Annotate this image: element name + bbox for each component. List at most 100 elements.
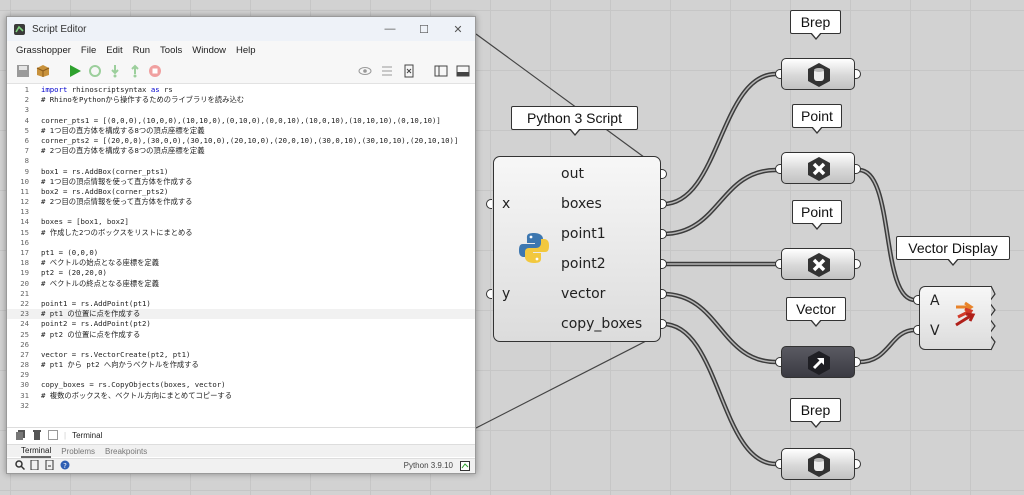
code-line[interactable]: 26 [7,340,475,350]
code-line[interactable]: 9 box1 = rs.AddBox(corner_pts1) [7,167,475,177]
line-text: # ベクトルの終点となる座標を定義 [41,278,160,288]
brep-param-bottom[interactable] [781,448,855,480]
line-text: # ベクトルの始点となる座標を定義 [41,258,160,268]
code-line[interactable]: 28 # pt1 から pt2 へ向かうベクトルを作成する [7,360,475,370]
brep-top-label: Brep [790,10,841,40]
code-line[interactable]: 25 # pt2 の位置に点を作成する [7,330,475,340]
line-text: # pt1 の位置に点を作成する [41,309,141,319]
stop-icon[interactable] [147,63,163,79]
brep-top-input-grip[interactable] [775,69,781,79]
input-x-grip[interactable] [486,199,492,209]
code-line[interactable]: 18 # ベクトルの始点となる座標を定義 [7,258,475,268]
editor-titlebar[interactable]: Script Editor — ☐ ✕ [7,17,475,41]
restart-icon[interactable] [87,63,103,79]
step-out-icon[interactable] [127,63,143,79]
code-line[interactable]: 19 pt2 = (20,20,0) [7,268,475,278]
line-number: 15 [20,227,29,237]
clear-terminal-icon[interactable] [48,429,58,442]
code-line[interactable]: 16 [7,238,475,248]
brep-bottom-input-grip[interactable] [775,459,781,469]
code-line[interactable]: 5 # 1つ目の直方体を構成する8つの頂点座標を定義 [7,126,475,136]
code-editor[interactable]: 1 import rhinoscriptsyntax as rs 2 # Rhinoを… [7,85,475,426]
menu-edit[interactable]: Edit [106,45,122,56]
file-export-icon[interactable] [45,459,55,472]
brep-icon [808,453,830,477]
code-line[interactable]: 31 # 複数のボックスを、ベクトル方向にまとめてコピーする [7,391,475,401]
point-1-input-grip[interactable] [775,164,781,174]
copy-icon[interactable] [16,429,26,442]
search-icon[interactable] [15,460,26,472]
python-logo-icon [519,233,549,263]
vector-input-grip[interactable] [775,357,781,367]
code-line[interactable]: 3 [7,105,475,115]
code-line[interactable]: 10 # 1つ目の頂点情報を使って直方体を作成する [7,177,475,187]
python-3-script-component[interactable] [493,156,661,342]
menu-window[interactable]: Window [192,45,226,56]
line-number: 23 [20,309,29,319]
compare-icon[interactable] [379,63,395,79]
code-line[interactable]: 23 # pt1 の位置に点を作成する [7,309,475,320]
menu-help[interactable]: Help [236,45,256,56]
close-button[interactable]: ✕ [441,17,475,41]
vector-display-component[interactable]: A V [919,286,991,350]
step-into-icon[interactable] [107,63,123,79]
run-icon[interactable] [67,63,83,79]
input-a-grip[interactable] [913,295,919,305]
vector-display-icon [955,301,976,327]
maximize-button[interactable]: ☐ [407,17,441,41]
code-line[interactable]: 6 corner_pts2 = [(20,0,0),(30,0,0),(30,10… [7,136,475,146]
line-number: 18 [20,258,29,268]
point-param-2[interactable] [781,248,855,280]
tab-problems[interactable]: Problems [61,447,95,456]
code-line[interactable]: 4 corner_pts1 = [(0,0,0),(10,0,0),(10,10,… [7,116,475,126]
menu-tools[interactable]: Tools [160,45,182,56]
brep-param-top[interactable] [781,58,855,90]
python-component-label: Python 3 Script [511,106,638,136]
split-vertical-icon[interactable] [433,63,449,79]
code-line[interactable]: 27 vector = rs.VectorCreate(pt2, pt1) [7,350,475,360]
code-line[interactable]: 20 # ベクトルの終点となる座標を定義 [7,279,475,289]
code-line[interactable]: 14 boxes = [box1, box2] [7,217,475,227]
document-icon[interactable] [401,63,417,79]
minimize-button[interactable]: — [373,17,407,41]
line-number: 1 [24,85,29,94]
code-line[interactable]: 24 point2 = rs.AddPoint(pt2) [7,319,475,329]
point-param-1[interactable] [781,152,855,184]
menu-file[interactable]: File [81,45,96,56]
code-line[interactable]: 21 [7,289,475,299]
grasshopper-app-icon [14,23,25,35]
code-line[interactable]: 29 [7,370,475,380]
input-y-grip[interactable] [486,289,492,299]
python-version[interactable]: Python 3.9.10 [404,461,453,470]
eye-icon[interactable] [357,63,373,79]
tab-breakpoints[interactable]: Breakpoints [105,447,147,456]
code-line[interactable]: 17 pt1 = (0,0,0) [7,248,475,258]
code-line[interactable]: 15 # 作成した2つのボックスをリストにまとめる [7,228,475,238]
menu-grasshopper[interactable]: Grasshopper [16,45,71,56]
point-2-input-grip[interactable] [775,259,781,269]
menu-run[interactable]: Run [133,45,150,56]
help-icon[interactable]: ? [60,460,70,472]
code-line[interactable]: 22 point1 = rs.AddPoint(pt1) [7,299,475,309]
save-icon[interactable] [15,63,31,79]
line-number: 16 [20,237,29,247]
code-line[interactable]: 12 # 2つ目の頂点情報を使って直方体を作成する [7,197,475,207]
package-icon[interactable] [35,63,51,79]
code-line[interactable]: 13 [7,207,475,217]
split-horizontal-icon[interactable] [455,63,471,79]
code-line[interactable]: 11 box2 = rs.AddBox(corner_pts2) [7,187,475,197]
line-number: 13 [20,207,29,217]
code-line[interactable]: 32 [7,401,475,411]
code-line[interactable]: 2 # RhinoをPythonから操作するためのライブラリを読み込む [7,95,475,105]
tab-terminal[interactable]: Terminal [21,445,52,458]
code-line[interactable]: 8 [7,156,475,166]
code-line[interactable]: 7 # 2つ目の直方体を構成する8つの頂点座標を定義 [7,146,475,156]
code-line[interactable]: 30 copy_boxes = rs.CopyObjects(boxes, vec… [7,380,475,390]
trash-icon[interactable] [32,429,42,442]
vector-param[interactable] [781,346,855,378]
script-editor-window: Script Editor — ☐ ✕ Grasshopper File Edi… [6,16,476,474]
file-icon[interactable] [30,459,40,472]
grasshopper-status-icon [460,461,470,473]
input-v-grip[interactable] [913,325,919,335]
code-line[interactable]: 1 import rhinoscriptsyntax as rs [7,85,475,95]
